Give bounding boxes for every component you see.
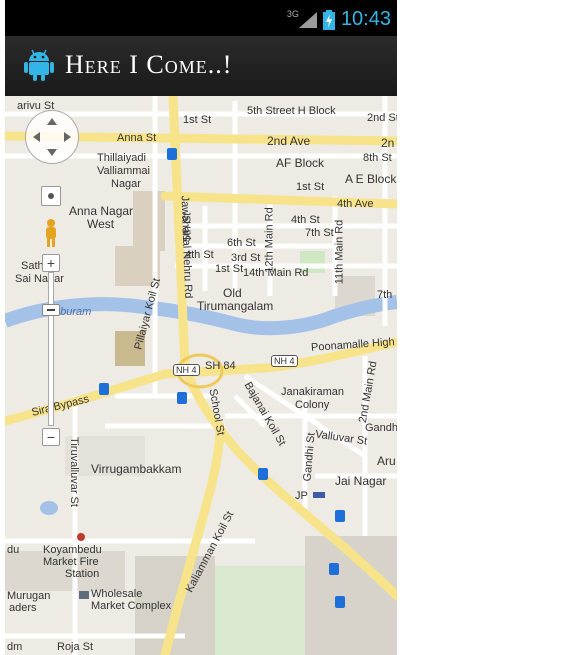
android-icon [24,49,54,81]
map-label: Tiruvalluvar St [67,437,80,507]
map-label: AF Block [276,156,325,170]
map-label: 1st St [215,263,244,275]
map-label: Market Complex [91,600,172,612]
map-label: Nagar [111,178,141,190]
map-label: NH 4 [271,355,298,367]
street-view-reset-button[interactable] [41,186,61,206]
map-label: SH 84 [205,360,236,372]
map-label: West [87,217,115,231]
map-label: 1st St [183,114,212,126]
map-label: NH 4 [173,364,200,376]
map-label: dm [7,641,23,653]
map-label: Gandhi [365,422,397,434]
battery-charging-icon [322,9,335,30]
map-label: 8th St [363,152,392,164]
pan-control-icon[interactable] [25,110,79,164]
map-label: Murugan [7,590,51,602]
map-label: Koyambedu [43,544,102,556]
status-icons: 3G 10:43 [287,8,391,31]
map-label: Old [223,286,242,300]
map-label: Roja St [57,641,94,653]
map-label: 2n [381,136,395,150]
map-label: 4th St [185,249,214,261]
action-bar: Here I Come..! [5,36,397,98]
map-label: 4th St [291,214,320,226]
map-label: Market Fire [43,556,99,568]
map-label: 4th Ave [337,198,374,210]
signal-icon [298,11,317,28]
map-label: Aru [377,454,396,468]
map-label: 12th Main Rd [263,207,276,273]
network-type: 3G [286,8,299,19]
zoom-out-button[interactable]: − [42,428,60,446]
map-label: du [7,544,20,556]
map-label: 5th Street H Block [247,105,336,117]
map-label: 14th Main Rd [243,267,309,279]
phone-screen: 3G 10:43 Here I Come..! arivu St 5th Str… [5,0,397,655]
map-label: Colony [295,399,330,411]
zoom-in-button[interactable]: + [42,254,60,272]
map-label: 2nd Ave [267,134,311,148]
map-label: Virrugambakkam [91,462,182,476]
zoom-slider-thumb[interactable] [42,304,60,316]
status-bar: 3G 10:43 [5,0,397,36]
map-view[interactable]: arivu St 5th Street H Block 1st St 2nd S… [5,96,397,655]
pegman-icon[interactable] [43,218,59,248]
app-title: Here I Come..! [65,50,233,79]
map-label: Jai Nagar [335,474,387,488]
map-label: Tirumangalam [197,299,274,313]
map-label: aders [9,602,37,614]
map-label: 11th Main Rd [333,219,346,285]
map-label: Anna Nagar [69,204,134,218]
map-label: 2nd St [367,112,397,124]
zoom-slider-track[interactable] [48,272,54,426]
map-label: 7th [377,289,393,301]
map-label: Janakiraman [281,386,344,398]
map-label: Station [65,568,100,580]
map-label: 6th St [227,237,256,249]
map-label: Wholesale [91,588,143,600]
map-label: Valliammai [97,165,150,177]
map-label: 1st St [296,181,325,193]
map-label: Sai Nagar [15,273,64,285]
status-time: 10:43 [340,8,391,30]
map-label: Thillaiyadi [97,152,146,164]
map-label: Anna St [117,132,157,144]
map-label: Sath [21,260,44,272]
map-label: 7th St [305,227,334,239]
map-label: 5th St [181,212,194,242]
map-label: A E Block [345,172,397,186]
map-label: JP [295,490,308,502]
